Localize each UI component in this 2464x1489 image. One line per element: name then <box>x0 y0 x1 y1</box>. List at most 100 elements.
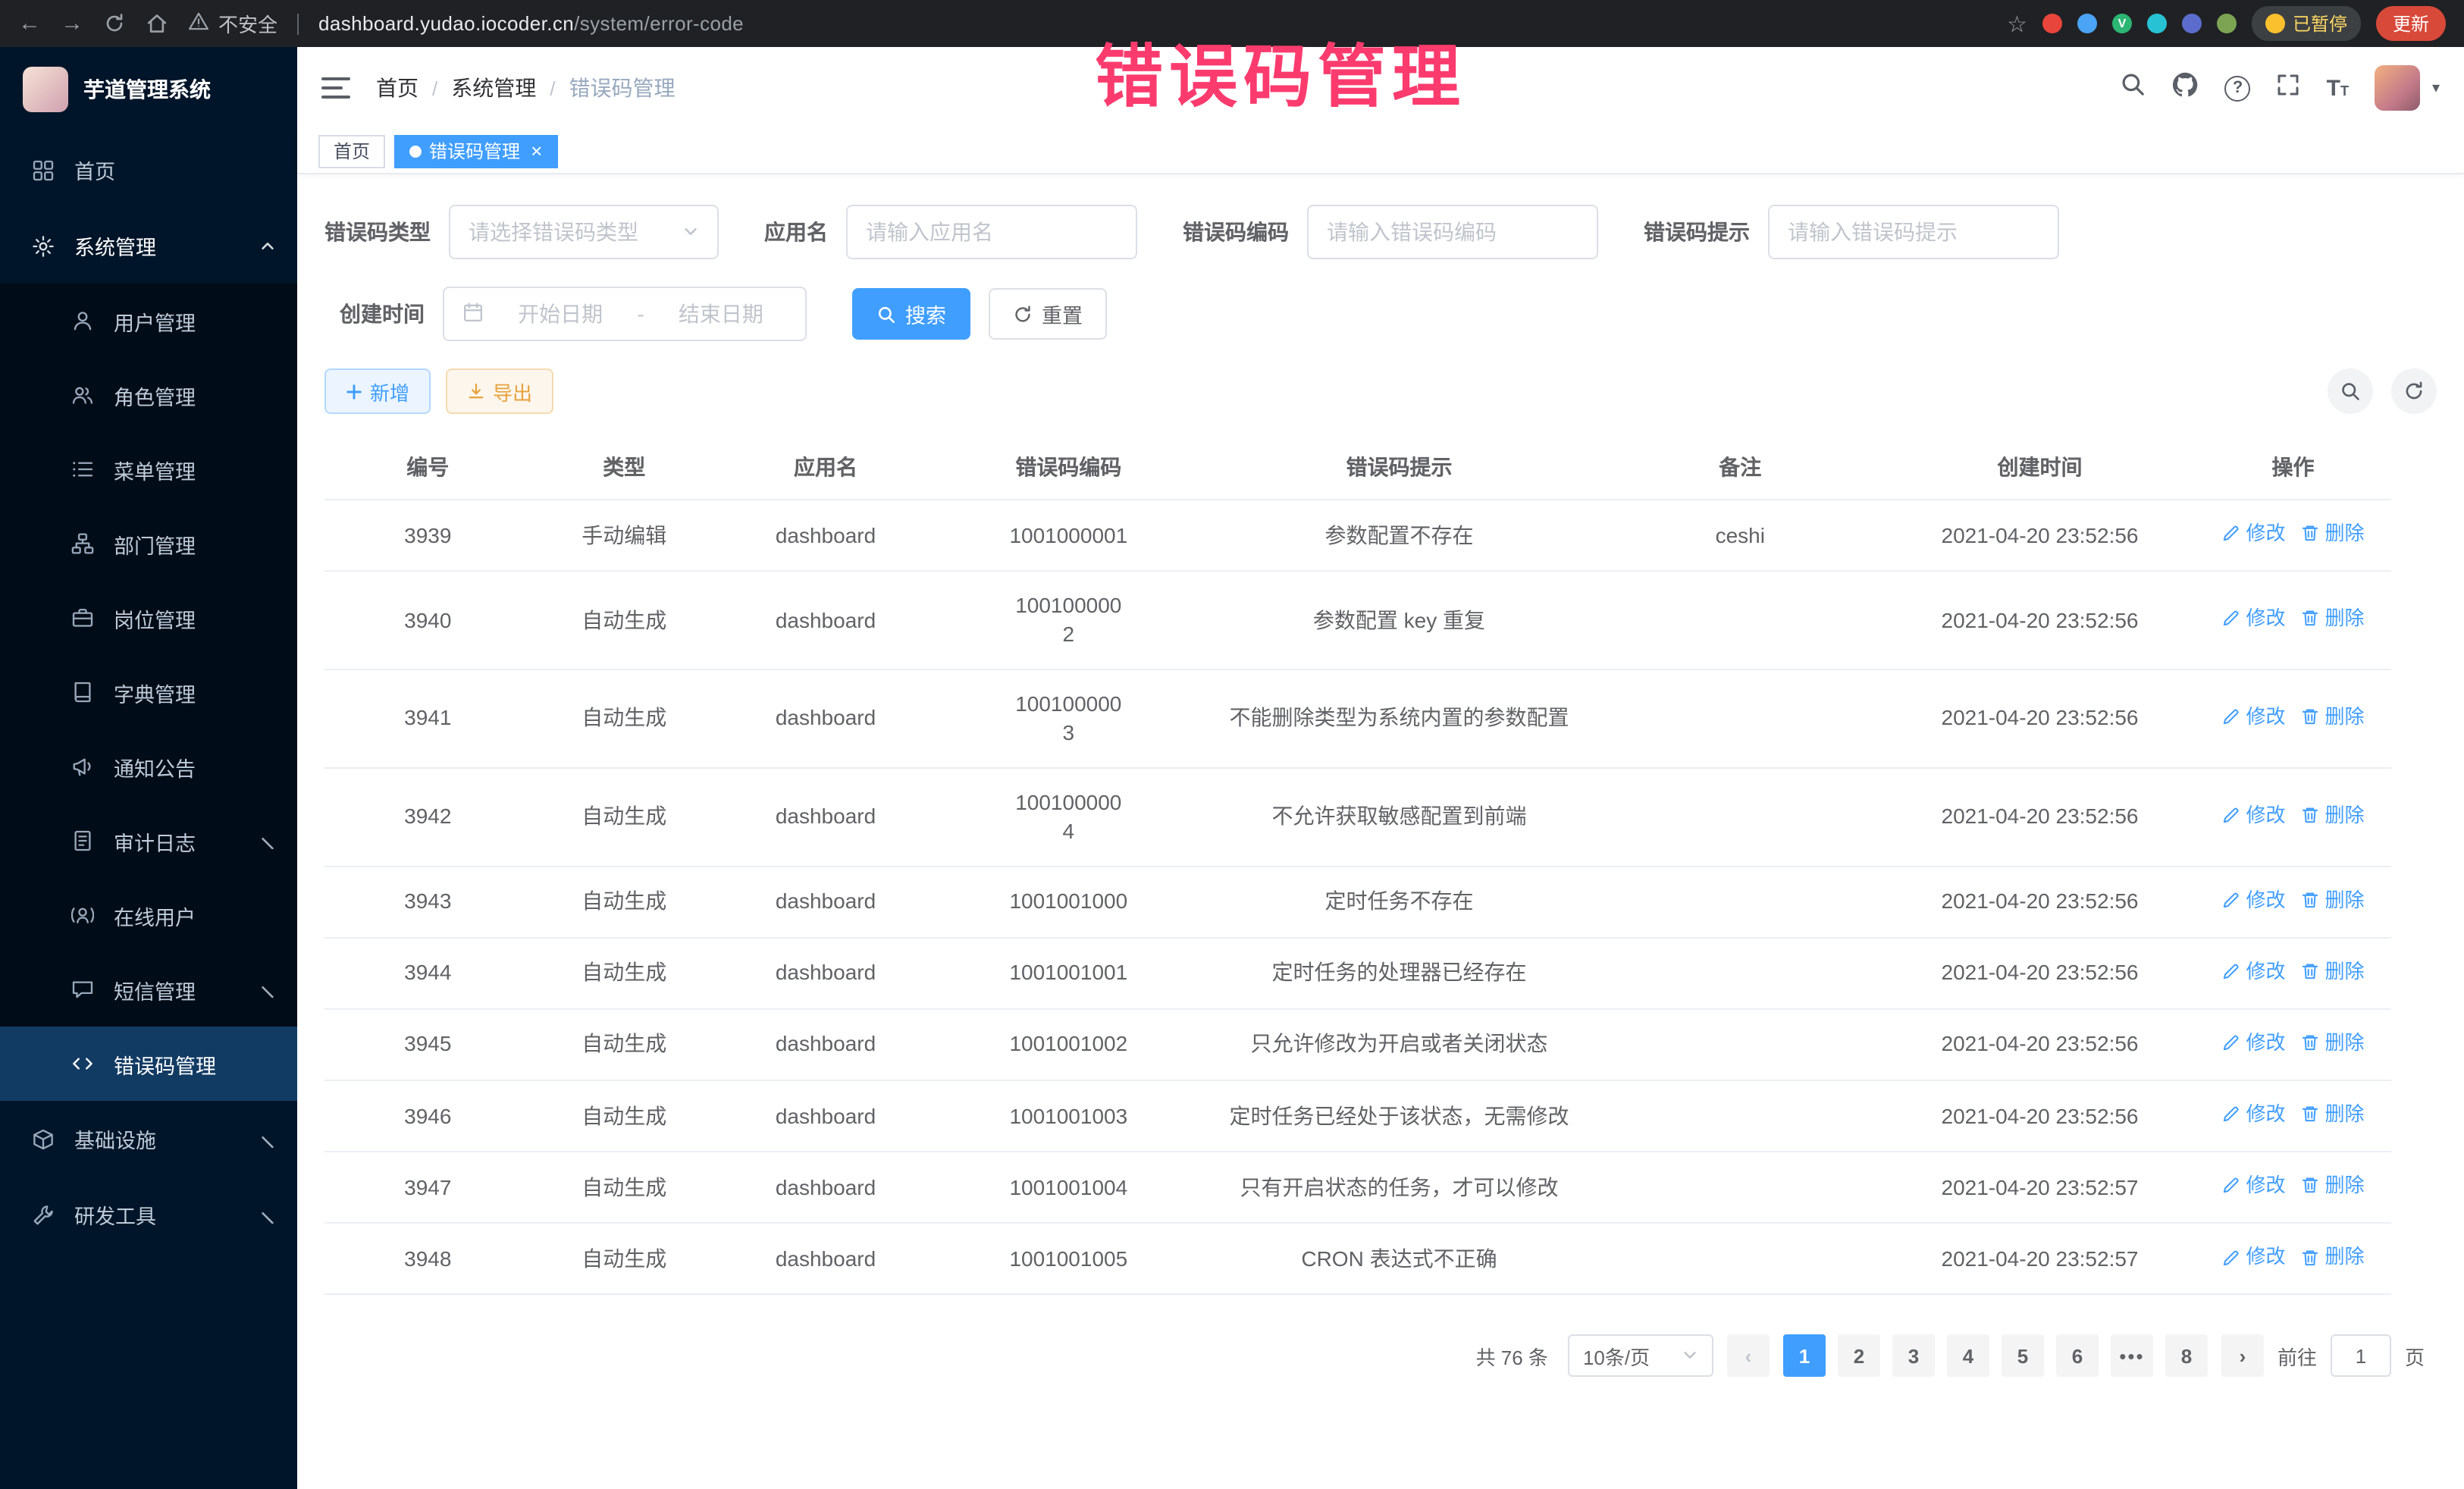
reset-button[interactable]: 重置 <box>989 288 1107 340</box>
tag-close-icon[interactable]: × <box>531 141 542 161</box>
edit-link[interactable]: 修改 <box>2221 801 2285 828</box>
delete-link[interactable]: 删除 <box>2300 605 2364 632</box>
pager-page-2[interactable]: 2 <box>1838 1335 1880 1378</box>
pager-page-4[interactable]: 4 <box>1947 1335 1989 1378</box>
sidebar-item-user[interactable]: 用户管理 <box>0 284 297 358</box>
sidebar-item-home[interactable]: 首页 <box>0 132 297 208</box>
pager-page-6[interactable]: 6 <box>2056 1335 2099 1378</box>
export-button[interactable]: 导出 <box>446 368 553 414</box>
extension-icon-red[interactable] <box>2042 14 2062 33</box>
paused-badge[interactable]: 已暂停 <box>2252 6 2361 41</box>
pager-page-3[interactable]: 3 <box>1892 1335 1935 1378</box>
app-logo[interactable]: 芋道管理系统 <box>0 47 297 132</box>
sidebar-item-online-user[interactable]: 在线用户 <box>0 878 297 952</box>
error-type-select[interactable]: 请选择错误码类型 <box>449 205 719 259</box>
edit-link[interactable]: 修改 <box>2221 958 2285 984</box>
delete-link[interactable]: 删除 <box>2300 1172 2364 1199</box>
bookmark-star-icon[interactable]: ☆ <box>2007 10 2027 37</box>
delete-link[interactable]: 删除 <box>2300 1030 2364 1056</box>
breadcrumb-separator: / <box>550 77 555 99</box>
delete-link[interactable]: 删除 <box>2300 704 2364 730</box>
pager-page-5[interactable]: 5 <box>2002 1335 2044 1378</box>
error-code-input[interactable] <box>1307 205 1598 259</box>
sidebar-item-dept[interactable]: 部门管理 <box>0 506 297 581</box>
app-title: 芋道管理系统 <box>83 74 211 105</box>
column-header-remark: 备注 <box>1595 435 1885 500</box>
cell-id: 3940 <box>324 571 531 669</box>
add-button[interactable]: 新增 <box>324 368 431 414</box>
sidebar-item-dev-tools[interactable]: 研发工具 <box>0 1177 297 1252</box>
tag-error-code[interactable]: 错误码管理 × <box>394 134 557 168</box>
tag-home[interactable]: 首页 <box>318 134 385 168</box>
page-size-select[interactable]: 10条/页 <box>1568 1335 1713 1378</box>
extension-icon-teal[interactable] <box>2147 14 2167 33</box>
pager-ellipsis[interactable]: ••• <box>2111 1335 2153 1378</box>
sidebar-item-sms[interactable]: 短信管理 <box>0 952 297 1027</box>
browser-refresh-icon[interactable] <box>103 12 126 35</box>
fullscreen-icon[interactable] <box>2277 72 2301 104</box>
pager-page-1[interactable]: 1 <box>1783 1335 1826 1378</box>
font-size-icon[interactable]: TT <box>2327 77 2349 99</box>
delete-link[interactable]: 删除 <box>2300 958 2364 984</box>
sidebar-item-notice[interactable]: 通知公告 <box>0 729 297 804</box>
sidebar-item-error-code[interactable]: 错误码管理 <box>0 1027 297 1101</box>
edit-link[interactable]: 修改 <box>2221 1101 2285 1127</box>
sidebar-item-post[interactable]: 岗位管理 <box>0 581 297 655</box>
extension-icon-blue[interactable] <box>2077 14 2097 33</box>
breadcrumb-system[interactable]: 系统管理 <box>451 73 536 103</box>
delete-link[interactable]: 删除 <box>2300 801 2364 828</box>
edit-link[interactable]: 修改 <box>2221 1172 2285 1199</box>
hamburger-icon[interactable] <box>321 77 350 99</box>
edit-link[interactable]: 修改 <box>2221 1244 2285 1271</box>
edit-link[interactable]: 修改 <box>2221 1030 2285 1056</box>
pager-next[interactable]: › <box>2221 1335 2264 1378</box>
edit-link[interactable]: 修改 <box>2221 704 2285 730</box>
date-range-picker[interactable]: 开始日期 - 结束日期 <box>443 287 807 341</box>
github-icon[interactable] <box>2172 71 2199 105</box>
cell-actions: 修改删除 <box>2195 1080 2391 1152</box>
refresh-table-button[interactable] <box>2391 368 2437 414</box>
update-button[interactable]: 更新 <box>2376 6 2446 41</box>
sidebar-item-role[interactable]: 角色管理 <box>0 358 297 432</box>
security-label: 不安全 <box>218 9 277 38</box>
cell-remark: ceshi <box>1595 500 1885 571</box>
filter-time-label: 创建时间 <box>340 299 425 329</box>
edit-link[interactable]: 修改 <box>2221 886 2285 913</box>
breadcrumb-current: 错误码管理 <box>569 73 676 103</box>
security-indicator[interactable]: 不安全 <box>188 9 277 38</box>
help-icon[interactable]: ? <box>2225 75 2251 101</box>
browser-back-icon[interactable]: ← <box>18 11 41 36</box>
delete-link[interactable]: 删除 <box>2300 1244 2364 1271</box>
browser-home-icon[interactable] <box>146 12 168 35</box>
sidebar-item-menu[interactable]: 菜单管理 <box>0 432 297 506</box>
address-bar[interactable]: dashboard.yudao.iocoder.cn/system/error-… <box>318 12 744 35</box>
cell-code: 100100000 3 <box>934 669 1202 768</box>
app-name-input[interactable] <box>846 205 1137 259</box>
edit-link[interactable]: 修改 <box>2221 605 2285 632</box>
error-msg-input[interactable] <box>1768 205 2059 259</box>
table-row: 3947自动生成dashboard1001001004只有开启状态的任务，才可以… <box>324 1152 2391 1223</box>
user-avatar[interactable] <box>2375 65 2420 111</box>
sidebar-item-system[interactable]: 系统管理 <box>0 208 297 284</box>
delete-link[interactable]: 删除 <box>2300 1101 2364 1127</box>
edit-link[interactable]: 修改 <box>2221 520 2285 547</box>
sidebar-item-dict[interactable]: 字典管理 <box>0 655 297 729</box>
delete-link[interactable]: 删除 <box>2300 520 2364 547</box>
extension-icon-green[interactable]: V <box>2112 14 2132 33</box>
sidebar-item-audit-log[interactable]: 审计日志 <box>0 804 297 878</box>
pager-page-8[interactable]: 8 <box>2165 1335 2208 1378</box>
cell-id: 3941 <box>324 669 531 768</box>
sidebar-item-infra[interactable]: 基础设施 <box>0 1101 297 1177</box>
caret-down-icon[interactable]: ▾ <box>2432 80 2440 96</box>
browser-forward-icon[interactable]: → <box>61 11 83 36</box>
goto-page-input[interactable] <box>2331 1335 2391 1378</box>
extension-icon-indigo[interactable] <box>2182 14 2202 33</box>
search-button[interactable]: 搜索 <box>852 288 970 340</box>
breadcrumb-home[interactable]: 首页 <box>376 73 419 103</box>
extension-icon-olive[interactable] <box>2217 14 2237 33</box>
pager-prev[interactable]: ‹ <box>1727 1335 1770 1378</box>
search-icon[interactable] <box>2121 71 2146 105</box>
sidebar-item-label: 首页 <box>74 155 115 185</box>
toggle-search-button[interactable] <box>2328 368 2373 414</box>
delete-link[interactable]: 删除 <box>2300 886 2364 913</box>
